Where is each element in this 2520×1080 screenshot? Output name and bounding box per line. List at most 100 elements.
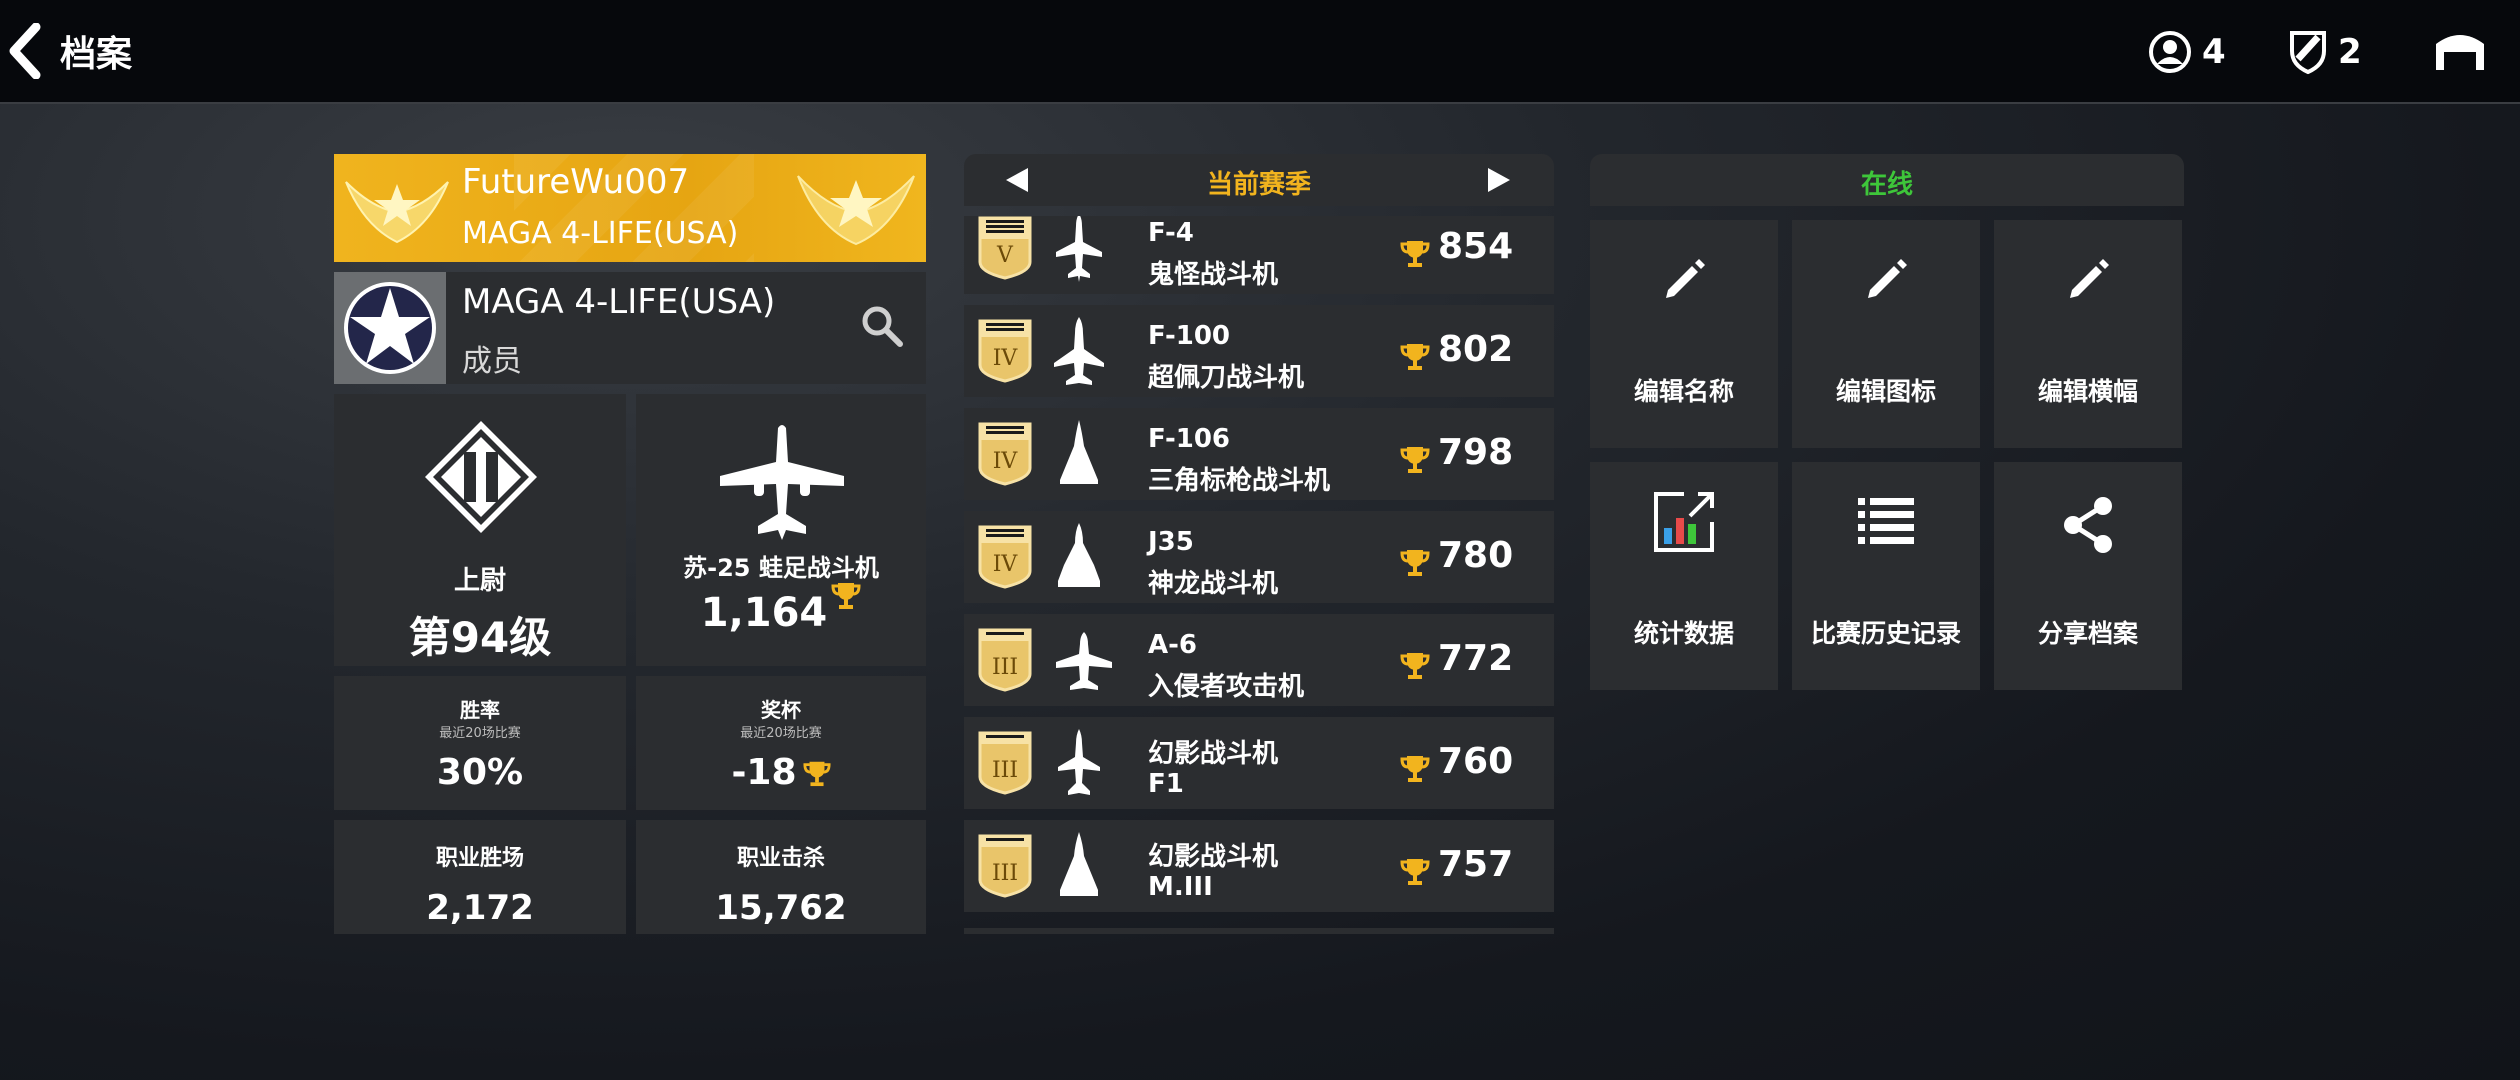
plane-silhouette-icon: [1058, 523, 1100, 587]
trophy-icon: [1400, 241, 1430, 267]
career-kills-label: 职业击杀: [736, 846, 825, 871]
edit-icon-label: 编辑图标: [1835, 377, 1936, 406]
trophy-change-sub: 最近20场比赛: [740, 726, 822, 741]
pencil-icon: [1666, 259, 1705, 298]
plane-name-line1: J35: [1148, 527, 1194, 557]
online-status-bar: 在线: [1590, 154, 2184, 206]
plane-name-line2: 三角标枪战斗机: [1148, 466, 1331, 496]
plane-name-line1: F-106: [1148, 424, 1231, 454]
list-icon: [1858, 498, 1914, 544]
tier-label: III: [992, 758, 1018, 783]
edit-banner-label: 编辑横幅: [2037, 377, 2138, 406]
hangar-icon[interactable]: [2434, 26, 2486, 72]
share-profile-button[interactable]: 分享档案: [1994, 462, 2182, 690]
plane-name-line2: F1: [1148, 769, 1184, 799]
attack-jet-icon: [720, 425, 844, 540]
trophy-icon: [1400, 859, 1430, 885]
plane-silhouette-icon: [1058, 729, 1100, 795]
plane-row[interactable]: V F-4 鬼怪战斗机 854: [964, 216, 1554, 294]
plane-name-line1: F-100: [1148, 321, 1231, 351]
plane-name-line1: F-4: [1148, 218, 1194, 248]
edit-name-label: 编辑名称: [1633, 377, 1734, 406]
season-plane-list[interactable]: V F-4 鬼怪战斗机 854 IV F-100 超佩刀战斗机 802 IV F-106 三角标枪战…: [964, 216, 1554, 934]
trophy-icon: [831, 583, 861, 609]
tier-label: III: [992, 655, 1018, 680]
favorite-plane-trophies: 1,164: [700, 590, 828, 636]
tier-label: V: [996, 243, 1014, 268]
clan-emblem: [334, 272, 446, 384]
match-history-label: 比赛历史记录: [1810, 619, 1961, 648]
rank-title: 上尉: [453, 566, 506, 596]
plane-row[interactable]: III 幻影战斗机 F1 760: [964, 717, 1554, 809]
tier-badge-icon: IV: [978, 525, 1032, 589]
rank-wings-icon: [797, 175, 915, 246]
trophy-icon: [1400, 344, 1430, 370]
tier-label: III: [992, 861, 1018, 886]
statistics-label: 统计数据: [1633, 619, 1734, 648]
top-bar: 档案 4 2: [0, 0, 2520, 104]
star-roundel-icon: [344, 282, 436, 374]
trophy-icon: [802, 761, 831, 786]
player-name-card: FutureWu007 MAGA 4-LIFE(USA): [334, 154, 926, 262]
players-counter[interactable]: 4: [2148, 24, 2226, 80]
shield-icon: [2290, 31, 2326, 75]
clan-card[interactable]: MAGA 4-LIFE(USA) 成员: [334, 272, 926, 384]
chevron-left-icon: [9, 23, 41, 79]
plane-row[interactable]: III A-6 入侵者攻击机 772: [964, 614, 1554, 706]
plane-name-line2: 鬼怪战斗机: [1148, 260, 1279, 290]
match-history-button[interactable]: 比赛历史记录: [1792, 462, 1980, 690]
plane-silhouette-icon: [1060, 420, 1098, 484]
next-season-arrow-icon[interactable]: [1484, 166, 1512, 194]
plane-row[interactable]: IV F-106 三角标枪战斗机 798: [964, 408, 1554, 500]
trophy-change-value: -18: [731, 752, 797, 793]
plane-row[interactable]: IV J35 神龙战斗机 780: [964, 511, 1554, 603]
career-wins-tile: 职业胜场 2,172: [334, 820, 626, 934]
pencil-icon: [2070, 259, 2109, 298]
season-title: 当前赛季: [1206, 170, 1311, 200]
trophy-icon: [1400, 756, 1430, 782]
share-profile-label: 分享档案: [2037, 619, 2138, 648]
trophy-icon: [1400, 447, 1430, 473]
plane-score: 798: [1438, 432, 1514, 473]
season-header: 当前赛季: [964, 154, 1554, 206]
favorite-plane-tile[interactable]: 苏-25 蛙足战斗机 1,164: [636, 394, 926, 666]
plane-score: 780: [1438, 535, 1514, 576]
plane-name-line1: 幻影战斗机: [1148, 739, 1279, 769]
tier-badge-icon: III: [978, 628, 1032, 692]
win-rate-tile: 胜率 最近20场比赛 30%: [334, 676, 626, 810]
clan-name: MAGA 4-LIFE(USA): [462, 282, 776, 322]
plane-score: 757: [1438, 844, 1514, 885]
plane-row[interactable]: III 幻影战斗机 M.III 757: [964, 820, 1554, 912]
tier-badge-icon: III: [978, 834, 1032, 898]
career-kills-value: 15,762: [715, 888, 847, 928]
edit-icon-button[interactable]: 编辑图标: [1792, 220, 1980, 448]
plane-silhouette-icon: [1060, 832, 1098, 896]
plane-name-line2: M.III: [1148, 872, 1213, 902]
trophy-change-label: 奖杯: [761, 698, 801, 722]
statistics-button[interactable]: 统计数据: [1590, 462, 1778, 690]
search-icon[interactable]: [860, 304, 904, 348]
back-label: 档案: [60, 34, 133, 75]
plane-name-line1: A-6: [1148, 630, 1198, 660]
win-rate-label: 胜率: [460, 698, 500, 722]
career-wins-label: 职业胜场: [435, 846, 524, 871]
plane-row[interactable]: IV F-100 超佩刀战斗机 802: [964, 305, 1554, 397]
plane-silhouette-icon: [1054, 317, 1104, 385]
edit-name-button[interactable]: 编辑名称: [1590, 220, 1778, 448]
back-button[interactable]: 档案: [6, 22, 156, 80]
plane-name-line2: 神龙战斗机: [1148, 569, 1279, 599]
edit-banner-button[interactable]: 编辑横幅: [1994, 220, 2182, 448]
trophy-icon: [1400, 550, 1430, 576]
rank-level: 第94级: [408, 613, 552, 662]
shields-counter[interactable]: 2: [2288, 24, 2362, 80]
rank-tile[interactable]: 上尉 第94级: [334, 394, 626, 666]
clan-role: 成员: [462, 344, 522, 379]
tier-badge-icon: V: [978, 216, 1032, 280]
tier-badge-icon: IV: [978, 319, 1032, 383]
pencil-icon: [1868, 259, 1907, 298]
online-status: 在线: [1860, 170, 1913, 200]
plane-name-line2: 入侵者攻击机: [1148, 672, 1305, 702]
plane-score: 772: [1438, 638, 1514, 679]
statistics-icon: [1654, 492, 1714, 552]
plane-score: 854: [1438, 226, 1514, 267]
